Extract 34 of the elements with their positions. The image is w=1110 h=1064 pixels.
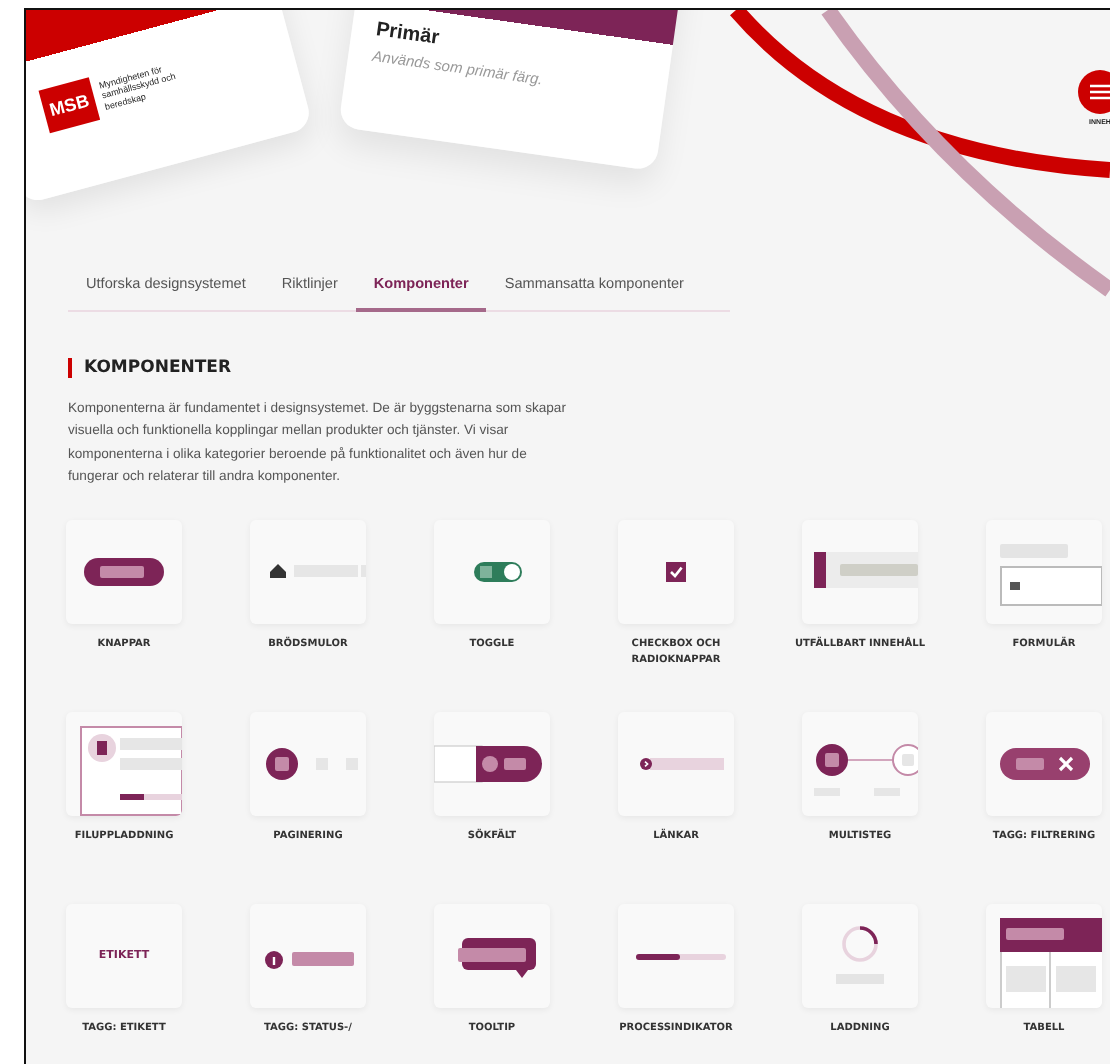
component-card[interactable]: [434, 904, 550, 1009]
component-card[interactable]: [66, 520, 182, 625]
toggle-preview-drawing: [474, 562, 522, 583]
component-card[interactable]: [986, 904, 1102, 1009]
menu-button[interactable]: [1078, 70, 1110, 114]
search-field-preview-drawing: [434, 745, 542, 783]
filter-tag-preview-drawing: [1000, 748, 1090, 781]
section-heading: KOMPONENTER: [68, 358, 1110, 378]
status-tag-preview-drawing: [265, 951, 354, 970]
component-card[interactable]: [434, 712, 550, 817]
file-upload-preview-drawing: [80, 726, 182, 817]
color-name: Primär: [374, 19, 443, 51]
loading-spinner-preview-drawing: [836, 926, 884, 985]
component-card[interactable]: [66, 712, 182, 817]
logo-text: MSB: [38, 77, 101, 134]
form-field-preview-drawing: [1000, 544, 1102, 607]
component-card[interactable]: [802, 712, 918, 817]
pagination-preview-drawing: [266, 748, 358, 781]
component-card[interactable]: [618, 520, 734, 625]
progress-bar-preview-drawing: [636, 954, 726, 961]
component-card[interactable]: [618, 904, 734, 1009]
tooltip-preview-drawing: [458, 938, 536, 979]
link-preview-drawing: [640, 758, 724, 771]
component-card[interactable]: [250, 712, 366, 817]
multistep-preview-drawing: [814, 744, 918, 797]
component-card[interactable]: [986, 712, 1102, 817]
component-card[interactable]: [802, 520, 918, 625]
accordion-preview-drawing: [814, 552, 918, 589]
checkbox-preview-drawing: [666, 562, 686, 583]
component-card[interactable]: [434, 520, 550, 625]
breadcrumb-preview-drawing: [270, 564, 366, 579]
button-preview-drawing: [84, 558, 164, 587]
menu-icon: [1090, 84, 1110, 100]
table-preview-drawing: [1000, 918, 1102, 1009]
